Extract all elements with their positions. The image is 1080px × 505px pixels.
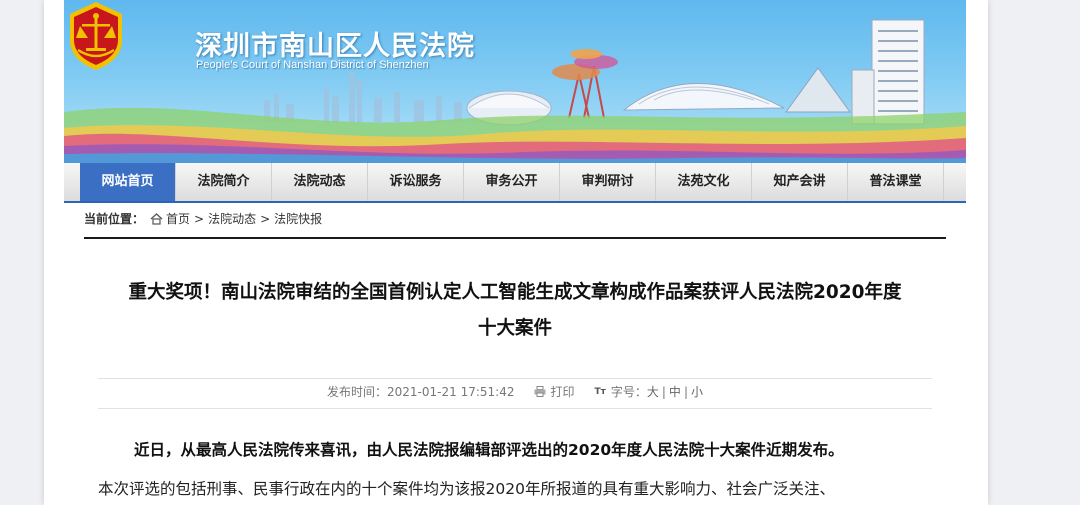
nav-item-openness[interactable]: 审务公开 (464, 163, 560, 201)
article-paragraph-2: 本次评选的包括刑事、民事行政在内的十个案件均为该报2020年所报道的具有重大影响… (98, 480, 835, 498)
breadcrumb-bulletin[interactable]: 法院快报 (274, 210, 322, 227)
article-meta: 发布时间： 2021-01-21 17:51:42 打印 Tт 字号： 大 | … (98, 383, 932, 400)
font-size-medium[interactable]: 中 (669, 383, 681, 400)
font-size-control: Tт 字号： 大 | 中 | 小 (594, 383, 703, 400)
breadcrumb-label: 当前位置： (84, 212, 145, 226)
font-size-separator: | (661, 384, 666, 399)
court-name-en: People’s Court of Nanshan District of Sh… (196, 59, 429, 71)
breadcrumb: 当前位置： 首页 > 法院动态 > 法院快报 (84, 210, 322, 227)
nav-item-litigation[interactable]: 诉讼服务 (368, 163, 464, 201)
publish-time: 2021-01-21 17:51:42 (387, 384, 515, 399)
meta-divider-bottom (98, 408, 932, 409)
printer-icon (534, 386, 546, 397)
font-size-large[interactable]: 大 (647, 383, 659, 400)
breadcrumb-separator: > (194, 211, 205, 226)
main-nav: 网站首页 法院简介 法院动态 诉讼服务 审务公开 审判研讨 法苑文化 知产会讲 … (64, 163, 966, 203)
publish-label: 发布时间： (327, 385, 388, 399)
print-label: 打印 (550, 385, 575, 399)
article-title-line2: 十大案件 (477, 318, 552, 339)
font-size-icon: Tт (594, 386, 606, 397)
font-size-label: 字号： (610, 385, 647, 399)
breadcrumb-divider (84, 237, 946, 239)
meta-divider-top (98, 378, 932, 379)
court-name-cn: 深圳市南山区人民法院 (195, 31, 475, 62)
page-container: 深圳市南山区人民法院 People’s Court of Nanshan Dis… (44, 0, 988, 505)
nav-item-culture[interactable]: 法苑文化 (656, 163, 752, 201)
nav-item-research[interactable]: 审判研讨 (560, 163, 656, 201)
nav-item-home[interactable]: 网站首页 (80, 163, 176, 201)
print-button[interactable]: 打印 (534, 383, 574, 400)
publish-info: 发布时间： 2021-01-21 17:51:42 (327, 383, 514, 400)
nav-item-about[interactable]: 法院简介 (176, 163, 272, 201)
font-size-separator: | (683, 384, 688, 399)
font-size-small[interactable]: 小 (691, 383, 703, 400)
nav-item-ip-forum[interactable]: 知产会讲 (752, 163, 848, 201)
article-paragraph-1: 近日，从最高人民法院传来喜讯，由人民法院报编辑部评选出的2020年度人民法院十大… (134, 441, 844, 459)
nav-item-news[interactable]: 法院动态 (272, 163, 368, 201)
article-title: 重大奖项！南山法院审结的全国首例认定人工智能生成文章构成作品案获评人民法院202… (84, 275, 946, 347)
court-emblem-icon (70, 2, 122, 70)
breadcrumb-separator: > (260, 211, 271, 226)
article-title-line1: 重大奖项！南山法院审结的全国首例认定人工智能生成文章构成作品案获评人民法院202… (128, 282, 902, 303)
nav-item-legal-class[interactable]: 普法课堂 (848, 163, 944, 201)
home-icon (150, 212, 163, 225)
site-banner: 深圳市南山区人民法院 People’s Court of Nanshan Dis… (64, 0, 966, 163)
breadcrumb-home[interactable]: 首页 (166, 210, 190, 227)
breadcrumb-news[interactable]: 法院动态 (208, 210, 256, 227)
